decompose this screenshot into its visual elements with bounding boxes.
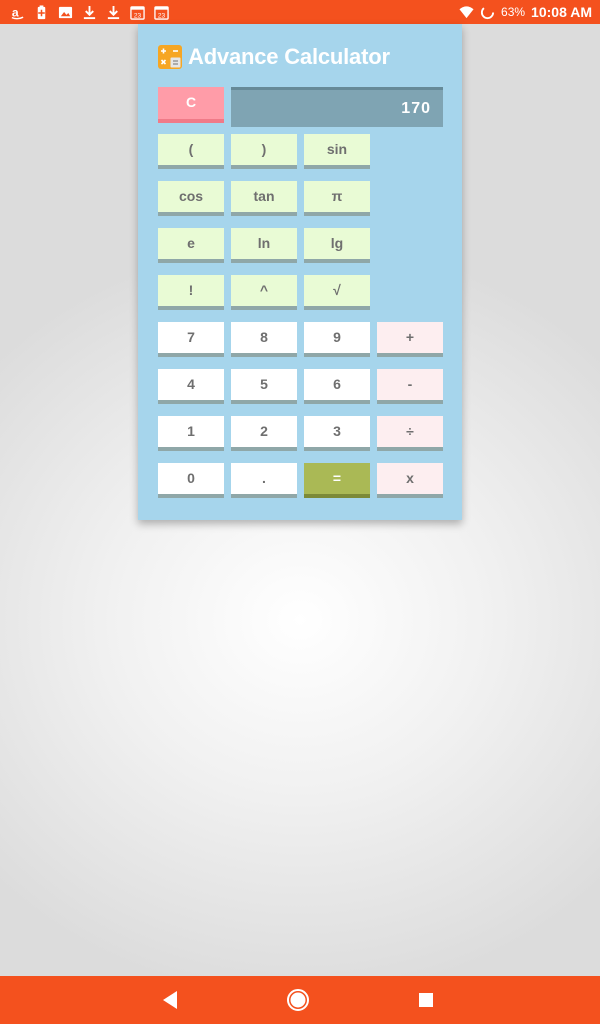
digit-7-button[interactable]: 7 [158, 322, 224, 357]
digit-1-button[interactable]: 1 [158, 416, 224, 451]
calculator-logo-icon [158, 45, 182, 69]
calendar-day-text: 23 [158, 12, 166, 19]
system-status: 63% 10:08 AM [459, 4, 592, 20]
close-paren-button[interactable]: ) [231, 134, 297, 169]
digit-6-button[interactable]: 6 [304, 369, 370, 404]
sin-button[interactable]: sin [304, 134, 370, 169]
equals-button[interactable]: = [304, 463, 370, 498]
ln-button[interactable]: ln [231, 228, 297, 263]
tan-button[interactable]: tan [231, 181, 297, 216]
home-icon[interactable] [286, 988, 310, 1012]
sqrt-button[interactable]: √ [304, 275, 370, 310]
digit-4-button[interactable]: 4 [158, 369, 224, 404]
svg-text:a: a [12, 5, 19, 19]
factorial-button[interactable]: ! [158, 275, 224, 310]
amazon-icon: a [10, 5, 25, 20]
download-icon [82, 5, 97, 20]
back-icon[interactable] [158, 988, 182, 1012]
battery-icon [480, 5, 495, 20]
open-paren-button[interactable]: ( [158, 134, 224, 169]
plus-button[interactable]: + [377, 322, 443, 357]
multiply-button[interactable]: x [377, 463, 443, 498]
status-bar: a 23 23 63% 10:08 AM [0, 0, 600, 24]
e-button[interactable]: e [158, 228, 224, 263]
download-icon [106, 5, 121, 20]
calculator-card: Advance Calculator C 170 ( ) sin cos tan… [138, 24, 462, 520]
cos-button[interactable]: cos [158, 181, 224, 216]
notification-icons: a 23 23 [10, 5, 169, 20]
result-display: 170 [231, 87, 443, 127]
calendar-icon: 23 [154, 5, 169, 20]
pi-button[interactable]: π [304, 181, 370, 216]
minus-button[interactable]: - [377, 369, 443, 404]
wifi-icon [459, 5, 474, 20]
battery-percent: 63% [501, 5, 526, 19]
clear-button[interactable]: C [158, 87, 224, 123]
decimal-button[interactable]: . [231, 463, 297, 498]
divide-button[interactable]: ÷ [377, 416, 443, 451]
app-header: Advance Calculator [158, 44, 390, 70]
digit-9-button[interactable]: 9 [304, 322, 370, 357]
image-icon [58, 5, 73, 20]
lg-button[interactable]: lg [304, 228, 370, 263]
calendar-icon: 23 [130, 5, 145, 20]
calendar-day-text: 23 [134, 12, 142, 19]
digit-5-button[interactable]: 5 [231, 369, 297, 404]
battery-saver-icon [34, 4, 49, 20]
digit-3-button[interactable]: 3 [304, 416, 370, 451]
digit-0-button[interactable]: 0 [158, 463, 224, 498]
navigation-bar [0, 976, 600, 1024]
clock: 10:08 AM [531, 4, 592, 20]
app-title: Advance Calculator [188, 44, 390, 69]
recents-icon[interactable] [414, 988, 438, 1012]
digit-2-button[interactable]: 2 [231, 416, 297, 451]
digit-8-button[interactable]: 8 [231, 322, 297, 357]
power-button[interactable]: ^ [231, 275, 297, 310]
